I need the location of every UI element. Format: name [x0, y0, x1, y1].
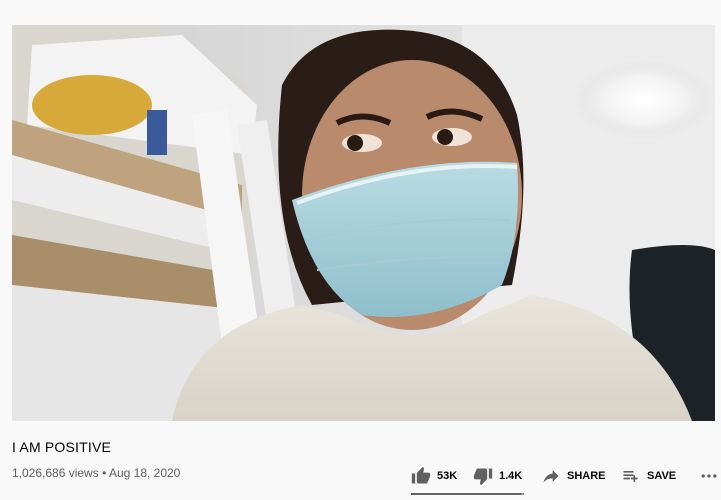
share-arrow-icon	[541, 466, 561, 486]
more-actions-button[interactable]	[697, 458, 721, 494]
dislike-button[interactable]: 1.4K	[473, 458, 537, 494]
more-horizontal-icon	[699, 466, 719, 486]
thumb-down-icon	[473, 466, 493, 486]
like-count: 53K	[437, 470, 458, 482]
video-player[interactable]	[12, 25, 715, 421]
upload-date: Aug 18, 2020	[108, 466, 181, 480]
save-label: SAVE	[647, 470, 677, 482]
sentiment-bar-fill	[411, 493, 522, 495]
dislike-count: 1.4K	[499, 470, 523, 482]
video-title: I AM POSITIVE	[12, 439, 112, 455]
like-button[interactable]: 53K	[411, 458, 471, 494]
share-button[interactable]: SHARE	[541, 458, 619, 494]
video-meta: 1,026,686 views • Aug 18, 2020	[12, 466, 180, 480]
share-label: SHARE	[567, 470, 606, 482]
save-button[interactable]: SAVE	[621, 458, 689, 494]
sentiment-bar	[411, 493, 524, 495]
meta-separator: •	[102, 466, 107, 480]
view-count: 1,026,686 views	[12, 466, 99, 480]
thumb-up-icon	[411, 466, 431, 486]
playlist-add-icon	[621, 466, 641, 486]
video-actions: 53K 1.4K SHARE SAVE	[411, 458, 721, 494]
video-frame	[12, 25, 715, 421]
